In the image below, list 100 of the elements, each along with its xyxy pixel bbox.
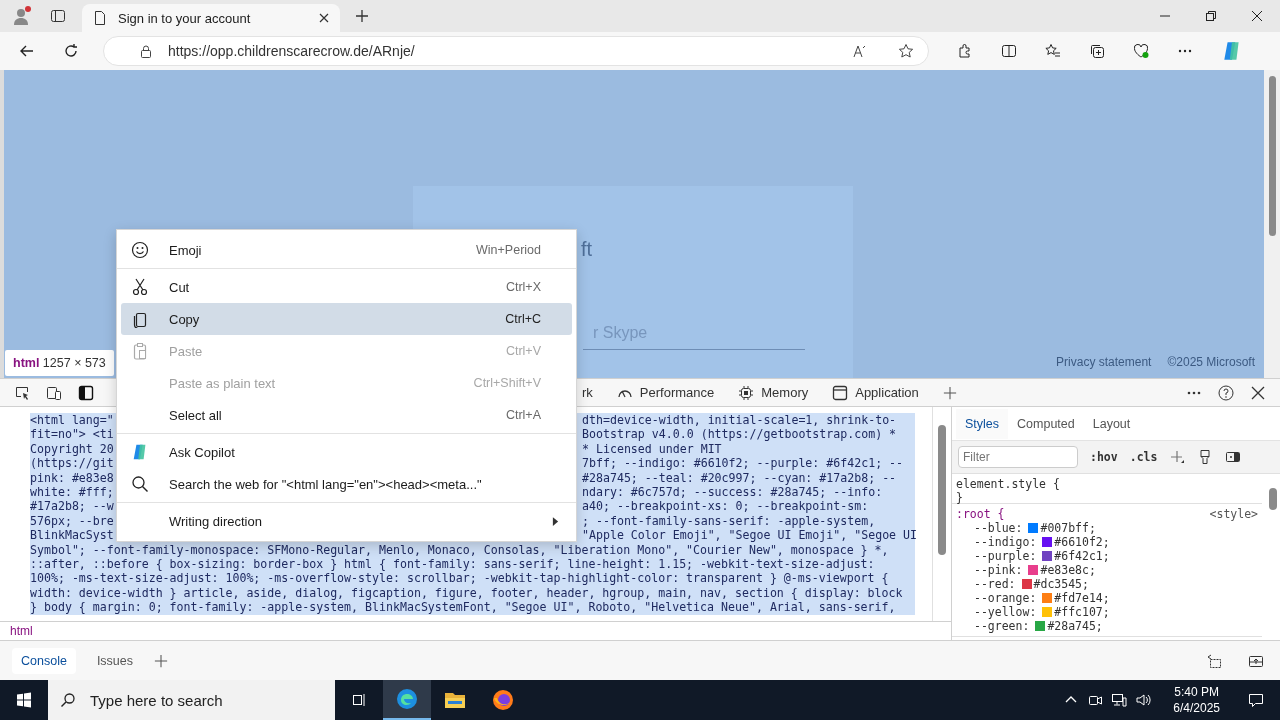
source-link[interactable]: <style> <box>1209 507 1258 521</box>
code-text: Symbol"; --font-family-monospace: SFMono-Regular, Menlo, Monaco, Consolas, "Liberation Mono", "Courier New", monospace } *, <box>30 542 889 558</box>
css-property: --blue: <box>974 521 1023 535</box>
menu-item[interactable]: Select all Ctrl+A <box>121 399 572 431</box>
smiley-icon <box>131 241 149 259</box>
scissors-icon <box>131 278 149 296</box>
toggle-button[interactable]: .cls <box>1129 450 1158 464</box>
filter-field[interactable]: Filter <box>958 446 1078 468</box>
css-text: element.style { <box>956 477 1061 491</box>
styles-tab[interactable]: Styles <box>956 408 1009 439</box>
menu-item[interactable]: Ask Copilot <box>121 436 572 468</box>
page-icon <box>92 10 108 26</box>
code-text: 576px; --bre <box>30 513 114 529</box>
styles-tab[interactable]: Computed <box>1008 408 1084 439</box>
code-text: white: #fff; <box>30 485 114 500</box>
code-text: width: device-width } article, aside, dialog, figcaption, figure, footer, header, hgroup, main, nav, section { display: block <box>30 585 903 601</box>
devtools-tab[interactable]: Application <box>832 379 919 406</box>
css-property: --yellow: <box>974 605 1037 619</box>
close-icon[interactable] <box>318 12 330 24</box>
volume-icon[interactable] <box>1135 692 1152 708</box>
devtools-tab[interactable]: Performance <box>616 379 715 406</box>
new-tab-icon[interactable] <box>354 8 370 24</box>
code-text: a40; --breakpoint-xs: 0; --breakpoint-sm: <box>582 499 869 514</box>
tab-actions-icon[interactable] <box>50 8 66 24</box>
color-swatch[interactable] <box>1035 621 1046 631</box>
read-aloud-icon[interactable] <box>852 43 868 59</box>
star-icon[interactable] <box>898 43 914 59</box>
code-text: * Licensed under MIT <box>582 441 722 457</box>
code-text: dth=device-width, initial-scale=1, shrink-to- <box>582 413 897 428</box>
styles-tab[interactable]: Layout <box>1083 408 1140 439</box>
code-text: Copyright 20 <box>30 441 114 457</box>
back-icon[interactable] <box>19 43 35 59</box>
css-property: --indigo: <box>974 535 1037 549</box>
chip-icon <box>738 384 755 401</box>
menu-item[interactable]: Emoji Win+Period <box>121 234 572 266</box>
color-swatch[interactable] <box>1042 607 1053 617</box>
close-icon[interactable] <box>1250 384 1266 401</box>
sidebar-icon[interactable] <box>78 384 94 401</box>
css-property: --green: <box>974 619 1030 633</box>
css-text: } <box>956 491 964 505</box>
start-icon[interactable] <box>16 692 32 708</box>
favorites-icon[interactable] <box>1045 43 1061 59</box>
css-property: --pink: <box>974 563 1023 577</box>
clock-time[interactable]: 5:40 PM <box>1174 684 1219 700</box>
restore-icon[interactable] <box>1205 10 1217 22</box>
code-text: "Apple Color Emoji", "Segoe UI Emoji", "Segoe UI <box>582 528 918 543</box>
copyright-text: ©2025 Microsoft <box>1167 355 1255 369</box>
refresh-icon[interactable] <box>63 43 79 59</box>
profile-icon[interactable] <box>12 6 32 26</box>
color-swatch[interactable] <box>1028 523 1039 533</box>
devtools-tab[interactable]: rk <box>582 379 593 406</box>
task-view-icon[interactable] <box>351 692 367 708</box>
color-swatch[interactable] <box>1028 565 1039 575</box>
add-rule-icon[interactable] <box>1169 449 1186 465</box>
heart-pulse-icon[interactable] <box>1133 43 1149 59</box>
drawer-tab[interactable]: Issues <box>87 647 142 674</box>
css-property: --orange: <box>974 591 1037 605</box>
window-icon <box>832 384 849 401</box>
notification-icon[interactable] <box>1248 692 1264 708</box>
privacy-link[interactable]: Privacy statement <box>1056 355 1152 369</box>
address-field[interactable]: https://opp.childrenscarecrow.de/ARnje/ <box>103 36 929 66</box>
menu-item[interactable]: Search the web for "<html lang="en"><head><meta..." <box>121 468 572 500</box>
code-text: BlinkMacSyst <box>30 528 114 543</box>
color-swatch[interactable] <box>1042 593 1053 603</box>
taskbar-search-field[interactable]: Type here to search <box>48 680 335 720</box>
css-value: #dc3545; <box>1033 577 1089 591</box>
collections-icon[interactable] <box>1089 43 1105 59</box>
split-screen-icon[interactable] <box>1001 43 1017 59</box>
inspect-icon[interactable] <box>14 384 30 401</box>
close-icon[interactable] <box>1251 10 1263 22</box>
code-text: } body { margin: 0; font-family: -apple-system, BlinkMacSystemFont, "Segoe UI", Roboto, "Helvetica Neue", Arial, sans-serif, <box>30 600 896 615</box>
devtools-tab[interactable]: Memory <box>738 379 809 406</box>
menu-item[interactable]: Copy Ctrl+C <box>121 303 572 335</box>
browser-tab[interactable]: Sign in to your account <box>82 4 340 32</box>
code-text: pink: #e83e8 <box>30 470 114 486</box>
puzzle-icon[interactable] <box>957 43 973 59</box>
breadcrumb[interactable]: html <box>10 624 33 639</box>
code-text: ; --font-family-sans-serif: -apple-system, <box>582 513 876 529</box>
undock-icon[interactable] <box>1206 652 1222 669</box>
scrollbar[interactable] <box>1264 70 1280 378</box>
device-icon[interactable] <box>46 384 62 401</box>
code-text: fit=no"> <ti <box>30 427 114 442</box>
color-swatch[interactable] <box>1042 537 1053 547</box>
network-icon[interactable] <box>1111 692 1128 708</box>
color-swatch[interactable] <box>1042 551 1053 561</box>
logo-text: ft <box>581 238 593 261</box>
help-icon[interactable] <box>1218 384 1234 401</box>
code-text: Bootstrap v4.0.0 (https://getbootstrap.com) * <box>582 427 897 442</box>
toggle-button[interactable]: :hov <box>1090 450 1118 464</box>
code-text: 7bff; --indigo: #6610f2; --purple: #6f42c1; -- <box>582 456 904 471</box>
code-text: #17a2b8; --w <box>30 499 114 514</box>
drawer-tab[interactable]: Console <box>12 647 76 674</box>
sidebar-toggle-icon[interactable] <box>1225 449 1242 465</box>
menu-item[interactable]: Cut Ctrl+X <box>121 271 572 303</box>
menu-item[interactable]: Writing direction <box>121 505 572 537</box>
code-text: (https://git <box>30 456 114 471</box>
clock-date[interactable]: 6/4/2025 <box>1173 700 1220 716</box>
copy-icon <box>131 310 149 328</box>
color-swatch[interactable] <box>1021 579 1032 589</box>
caret-icon <box>552 516 559 526</box>
